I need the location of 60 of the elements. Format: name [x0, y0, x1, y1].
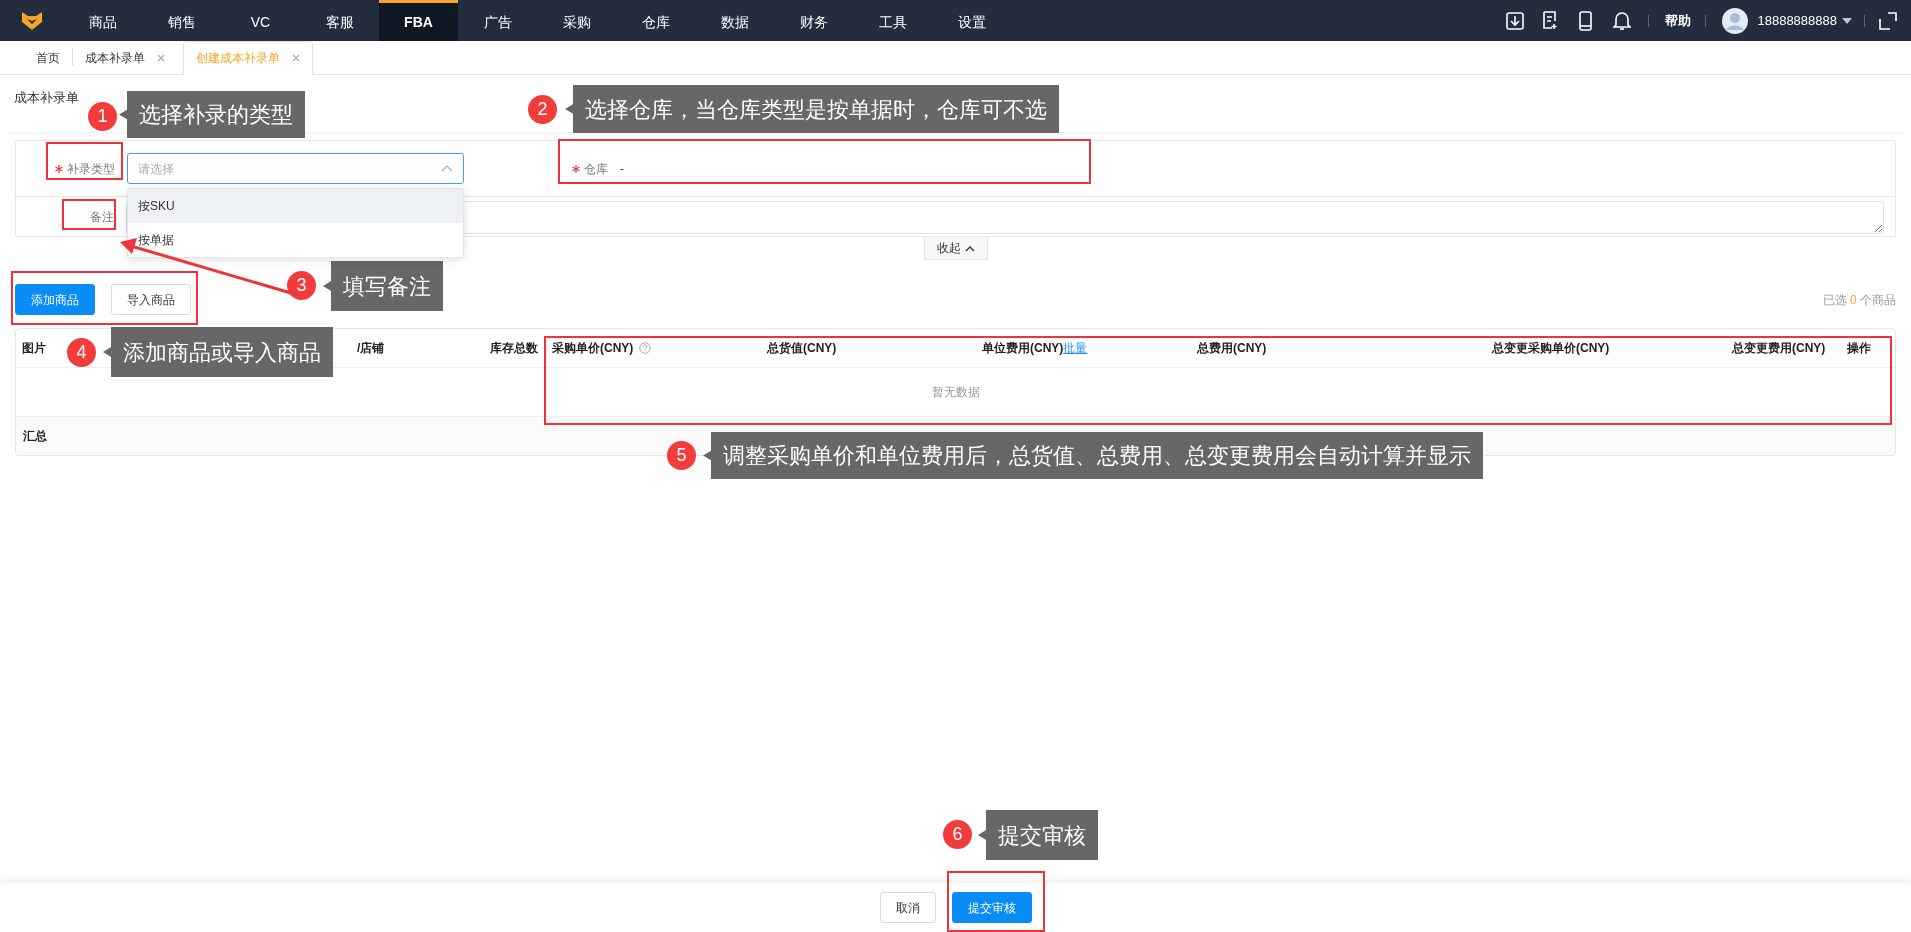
nav-tab[interactable]: 财务 — [774, 0, 853, 41]
empty-message: 暂无数据 — [931, 384, 980, 401]
collapse-button[interactable]: 收起 — [923, 237, 988, 260]
column-header: 操作 — [1847, 341, 1871, 355]
column-header: /店铺 — [357, 341, 385, 355]
phone-icon[interactable] — [1578, 10, 1594, 31]
field-value: - — [620, 160, 624, 178]
nav-tab[interactable]: 销售 — [142, 0, 221, 41]
fox-logo-icon[interactable] — [20, 10, 43, 31]
cancel-button[interactable]: 取消 — [879, 892, 936, 923]
column-header: 采购单价(CNY) — [552, 341, 652, 355]
callout: 填写备注 — [323, 261, 443, 311]
nav-tab[interactable]: 客服 — [300, 0, 379, 41]
column-header: 总费用(CNY) — [1197, 341, 1267, 355]
bell-icon[interactable] — [1613, 11, 1632, 30]
step-number: 4 — [67, 338, 96, 367]
nav-tab[interactable]: 工具 — [853, 0, 932, 41]
nav-tab[interactable]: 商品 — [63, 0, 142, 41]
callout: 选择补录的类型 — [119, 91, 305, 138]
column-header: 总变更费用(CNY) — [1732, 341, 1826, 355]
column-header: 单位费用(CNY)批量 — [982, 341, 1088, 355]
summary-label: 汇总 — [23, 428, 47, 445]
callout: 添加商品或导入商品 — [103, 327, 333, 377]
document-add-icon[interactable] — [1542, 11, 1559, 30]
field-label: 备注 — [90, 209, 114, 226]
nav-tab[interactable]: 设置 — [932, 0, 1011, 41]
field-label: 补录类型 — [67, 160, 115, 178]
callout: 提交审核 — [978, 810, 1098, 860]
avatar[interactable] — [1722, 7, 1749, 34]
nav-tab[interactable]: VC — [221, 0, 300, 41]
step-number: 2 — [528, 95, 557, 124]
page-tab[interactable]: 成本补录单 — [73, 41, 177, 74]
column-header: 库存总数 — [490, 341, 538, 355]
fullscreen-icon[interactable] — [1879, 11, 1897, 30]
help-link[interactable]: 帮助 — [1665, 10, 1692, 31]
callout: 选择仓库，当仓库类型是按单据时，仓库可不选 — [565, 85, 1059, 133]
nav-tab[interactable]: 广告 — [458, 0, 537, 41]
nav-tab[interactable]: FBA — [379, 0, 458, 41]
column-header: 图片 — [22, 341, 46, 355]
highlight-frame — [62, 199, 116, 230]
import-button[interactable]: 导入商品 — [111, 284, 191, 315]
download-icon[interactable] — [1506, 11, 1525, 30]
page-tab[interactable]: 首页 — [24, 41, 72, 74]
chevron-up-icon — [964, 244, 975, 252]
dropdown-option[interactable]: 按SKU — [128, 189, 463, 223]
nav-tab[interactable]: 数据 — [695, 0, 774, 41]
user-name[interactable]: 18888888888 — [1757, 10, 1837, 31]
step-number: 1 — [88, 102, 117, 131]
chevron-up-icon — [441, 165, 453, 172]
callout: 调整采购单价和单位费用后，总货值、总费用、总变更费用会自动计算并显示 — [703, 432, 1483, 479]
selection-count: 已选 0 个商品 — [1822, 291, 1896, 309]
caret-icon[interactable] — [1842, 17, 1852, 24]
nav-tab[interactable]: 仓库 — [616, 0, 695, 41]
nav-tab[interactable]: 采购 — [537, 0, 616, 41]
column-header: 总货值(CNY) — [767, 341, 837, 355]
column-header: 总变更采购单价(CNY) — [1492, 341, 1610, 355]
dropdown-option[interactable]: 按单据 — [128, 223, 463, 257]
field-label: 仓库 — [584, 160, 608, 178]
step-number: 6 — [943, 820, 972, 849]
step-number: 3 — [287, 271, 316, 300]
